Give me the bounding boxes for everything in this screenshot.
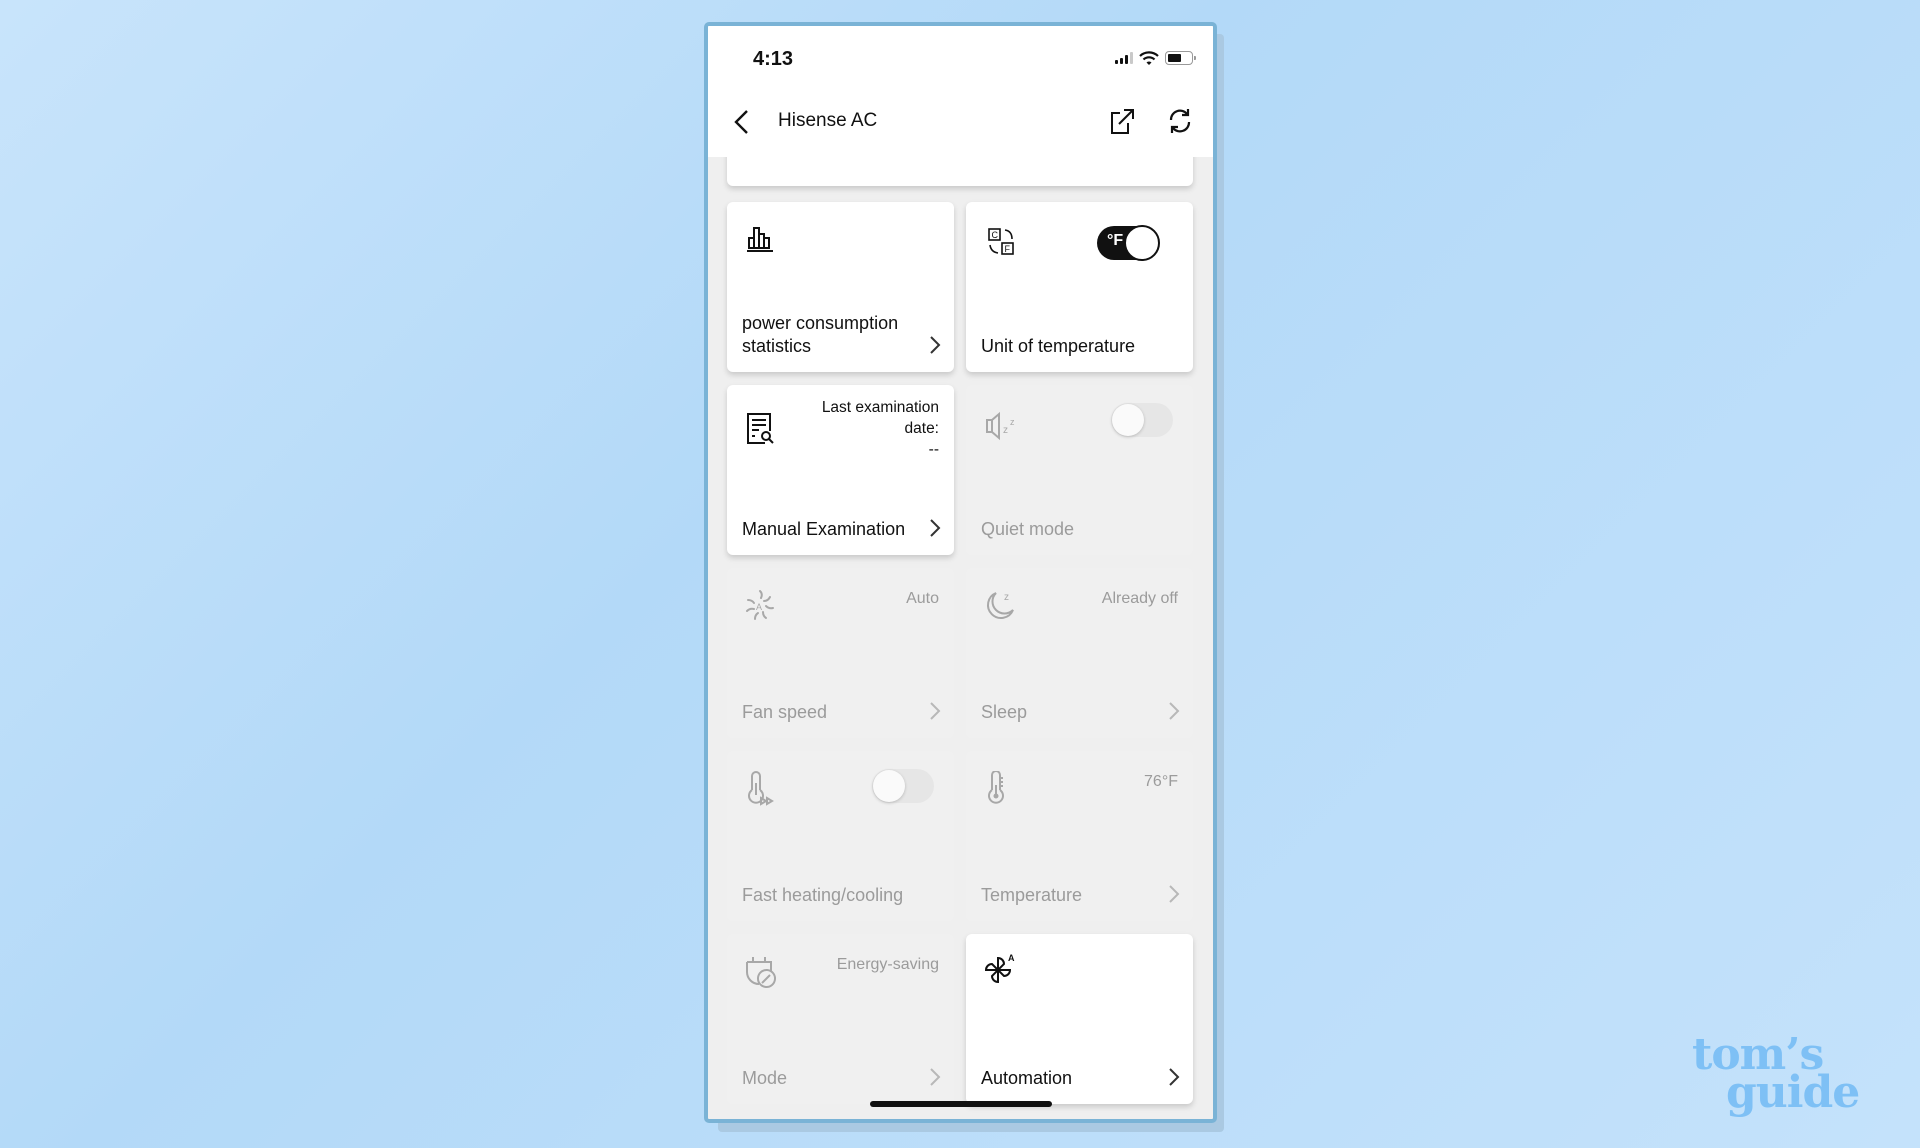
svg-text:z: z [1003,425,1008,436]
toggle-knob [1112,404,1144,436]
toggle-unit-label: °F [1107,232,1124,249]
phone-screen: Power power consumption statistics [704,22,1217,1123]
card-quiet-mode[interactable]: z z Quiet mode [966,385,1193,555]
svg-text:A: A [756,602,762,612]
toggle-knob [873,770,905,802]
thermometer-fast-icon [748,771,774,806]
card-temperature[interactable]: 76°F Temperature [966,751,1193,921]
quiet-mode-toggle[interactable] [1111,403,1173,437]
card-label: Automation [981,1068,1073,1088]
home-indicator[interactable] [870,1101,1052,1107]
sleep-value: Already off [1101,590,1178,607]
card-mode[interactable]: Energy-saving Mode [727,934,954,1104]
fan-speed-value: Auto [906,590,939,607]
exam-line-2: date: [904,420,939,437]
svg-text:z: z [1004,592,1009,603]
svg-text:A: A [1008,953,1015,963]
moon-sleep-icon: z [987,592,1014,619]
fast-heating-cooling-toggle[interactable] [872,769,934,803]
fan-auto-icon: A [746,590,774,620]
toggle-knob [1124,225,1160,261]
back-button[interactable] [730,106,754,138]
chevron-right-icon [930,336,941,354]
thermometer-icon [988,771,1004,804]
plug-leaf-icon [746,957,776,988]
temperature-value: 76°F [1144,773,1178,790]
refresh-button[interactable] [1165,106,1195,136]
battery-icon [1165,51,1196,65]
exam-line-1: Last examination [821,399,939,416]
cellular-signal-icon [1115,52,1133,64]
card-power-consumption[interactable]: power consumption statistics [727,202,954,372]
card-automation[interactable]: A Automation [966,934,1193,1104]
top-bar: 4:13 Hisense AC [708,26,1213,157]
temperature-unit-toggle[interactable]: °F [1097,225,1160,261]
card-unit-of-temperature[interactable]: C F °F Unit of temperature [966,202,1193,372]
mode-value: Energy-saving [836,956,939,973]
status-time: 4:13 [753,48,794,70]
chevron-right-icon [1169,885,1180,903]
card-label: Fan speed [742,702,828,722]
chevron-right-icon [930,702,941,720]
card-label: Temperature [981,885,1083,905]
card-fan-speed[interactable]: A Auto Fan speed [727,568,954,738]
chevron-right-icon [1169,702,1180,720]
card-label: Unit of temperature [981,336,1136,356]
card-label: Manual Examination [742,519,906,539]
exam-date-value: -- [928,441,939,458]
chevron-right-icon [1169,1068,1180,1086]
svg-text:C: C [992,230,999,240]
toms-guide-watermark: tom’s guide [1690,1033,1890,1115]
scroll-content[interactable]: Power power consumption statistics [708,26,1213,1119]
card-label: Mode [742,1068,788,1088]
status-icons [1115,50,1196,66]
celsius-fahrenheit-swap-icon: C F [988,228,1014,255]
svg-text:F: F [1005,244,1011,254]
card-label: Quiet mode [981,519,1075,539]
card-label: power consumption statistics [742,313,899,356]
svg-text:z: z [1010,417,1015,427]
chevron-right-icon [930,519,941,537]
wifi-icon [1139,51,1159,65]
card-manual-examination[interactable]: Last examination date: -- Manual Examina… [727,385,954,555]
page-title: Hisense AC [778,110,878,131]
card-label: Sleep [981,702,1028,722]
card-sleep[interactable]: z Already off Sleep [966,568,1193,738]
card-label: Fast heating/cooling [742,885,904,905]
document-search-icon [747,413,774,444]
speaker-sleep-icon: z z [986,411,1015,441]
chevron-right-icon [930,1068,941,1086]
bar-chart-icon [747,227,773,252]
card-fast-heating-cooling[interactable]: Fast heating/cooling [727,751,954,921]
share-button[interactable] [1107,106,1137,136]
last-examination-info: Last examination date: -- [822,397,939,460]
pinwheel-auto-icon: A [984,953,1015,984]
